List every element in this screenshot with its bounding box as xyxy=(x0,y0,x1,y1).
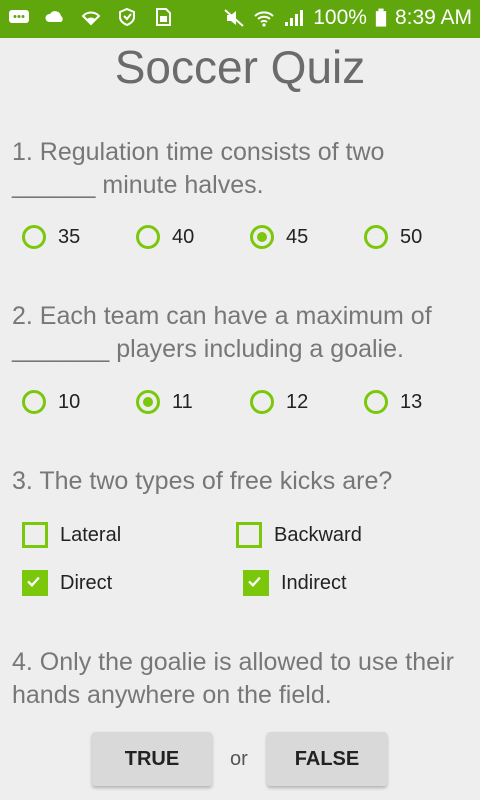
radio-option-35[interactable]: 35 xyxy=(22,222,80,252)
radio-option-10[interactable]: 10 xyxy=(22,387,80,417)
radio-circle[interactable] xyxy=(22,390,46,414)
shield-icon xyxy=(119,7,135,27)
question-2-text: 2. Each team can have a maximum of _____… xyxy=(12,302,432,363)
radio-label: 50 xyxy=(400,225,423,248)
checkbox-box[interactable] xyxy=(22,522,48,548)
mute-icon xyxy=(224,9,244,27)
messages-icon xyxy=(9,10,29,23)
radio-option-13[interactable]: 13 xyxy=(364,387,422,417)
checkbox-box-checked[interactable] xyxy=(243,570,269,596)
radio-label: 11 xyxy=(172,390,193,413)
battery-percent: 100% xyxy=(313,6,367,29)
radio-label: 12 xyxy=(286,390,309,413)
radio-circle[interactable] xyxy=(364,225,388,249)
radio-label: 10 xyxy=(58,390,81,413)
checkbox-backward[interactable]: Backward xyxy=(236,520,362,550)
checkbox-label: Backward xyxy=(274,523,362,546)
radio-option-50[interactable]: 50 xyxy=(364,222,422,252)
checkbox-label: Direct xyxy=(60,571,113,594)
clock-time: 8:39 AM xyxy=(394,6,472,29)
checkbox-label: Indirect xyxy=(281,571,347,594)
radio-circle[interactable] xyxy=(136,225,160,249)
page-title: Soccer Quiz xyxy=(114,41,366,93)
checkbox-lateral[interactable]: Lateral xyxy=(22,520,121,550)
radio-circle[interactable] xyxy=(22,225,46,249)
true-button[interactable]: TRUE xyxy=(92,732,212,786)
status-left-icons xyxy=(8,7,174,27)
radio-label: 13 xyxy=(400,390,423,413)
radio-label: 45 xyxy=(286,225,309,248)
status-bar: 100% 8:39 AM xyxy=(0,0,480,38)
radio-circle[interactable] xyxy=(250,390,274,414)
cloud-icon xyxy=(45,11,63,22)
question-1-options: 35 40 45 50 xyxy=(22,222,462,252)
checkmark-icon xyxy=(27,576,40,587)
question-4-text: 4. Only the goalie is allowed to use the… xyxy=(12,648,454,709)
question-3-text: 3. The two types of free kicks are? xyxy=(12,467,393,495)
sim-card-icon xyxy=(156,8,171,26)
signal-icon xyxy=(285,10,304,26)
battery-icon xyxy=(375,8,387,27)
wifi-shield-icon xyxy=(81,11,101,26)
radio-label: 35 xyxy=(58,225,81,248)
question-1-text: 1. Regulation time consists of two _____… xyxy=(12,138,385,199)
radio-label: 40 xyxy=(172,225,195,248)
question-2-options: 10 11 12 13 xyxy=(22,387,462,417)
radio-circle-selected[interactable] xyxy=(136,390,160,414)
checkmark-icon xyxy=(248,576,261,587)
checkbox-label: Lateral xyxy=(60,523,122,546)
status-right: 100% 8:39 AM xyxy=(223,6,472,30)
checkbox-box[interactable] xyxy=(236,522,262,548)
radio-option-12[interactable]: 12 xyxy=(250,387,308,417)
checkbox-indirect[interactable]: Indirect xyxy=(243,568,347,598)
radio-option-40[interactable]: 40 xyxy=(136,222,194,252)
radio-circle-selected[interactable] xyxy=(250,225,274,249)
checkbox-box-checked[interactable] xyxy=(22,570,48,596)
radio-option-11[interactable]: 11 xyxy=(136,387,193,417)
or-label: or xyxy=(230,748,248,770)
radio-option-45[interactable]: 45 xyxy=(250,222,308,252)
wifi-icon xyxy=(254,11,274,27)
false-button[interactable]: FALSE xyxy=(267,732,387,786)
checkbox-direct[interactable]: Direct xyxy=(22,568,112,598)
radio-circle[interactable] xyxy=(364,390,388,414)
